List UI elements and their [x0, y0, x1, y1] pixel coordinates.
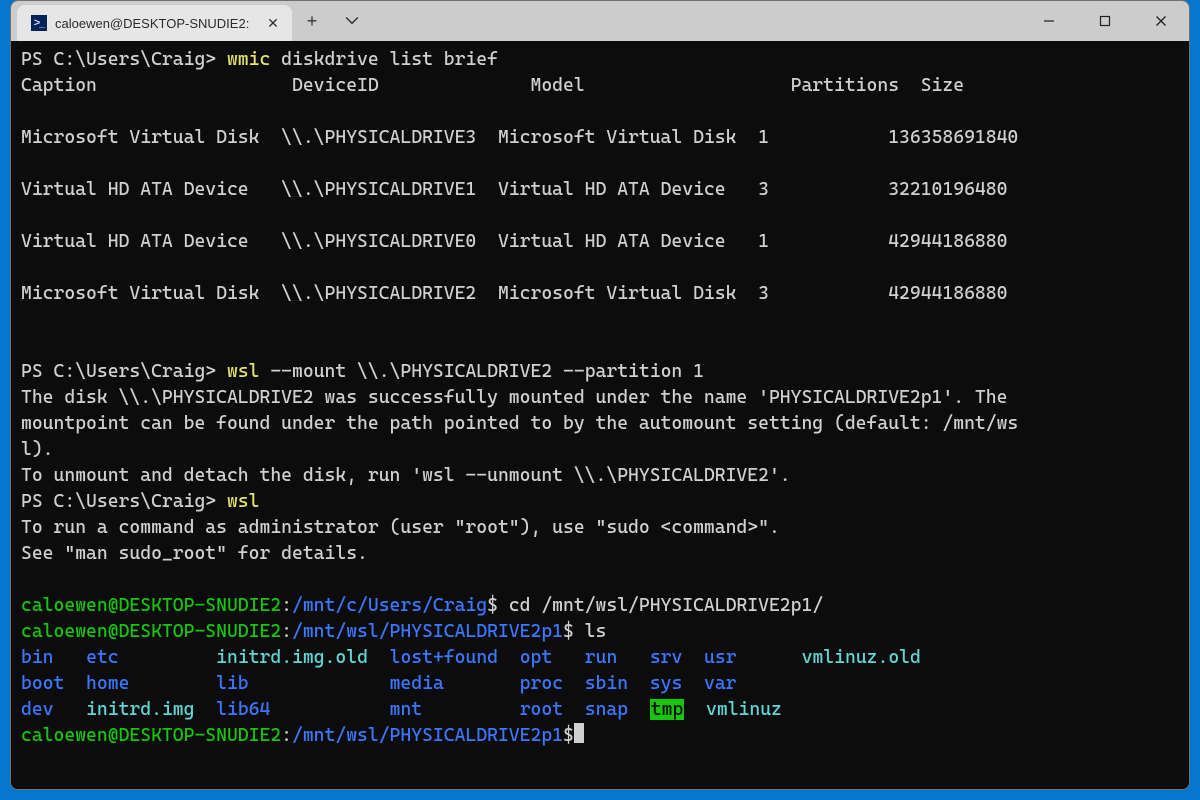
cmd-ls: ls — [574, 621, 607, 642]
close-tab-icon[interactable]: ✕ — [264, 14, 282, 32]
mount-message: l). — [21, 439, 54, 460]
ls-dir: var — [704, 673, 737, 694]
tab-active[interactable]: caloewen@DESKTOP-SNUDIE2: ✕ — [17, 5, 292, 41]
cmd-wsl-exe: wsl — [227, 491, 260, 512]
ls-dir: bin — [21, 647, 54, 668]
ls-dir: sbin — [585, 673, 628, 694]
wsl-user-host: caloewen@DESKTOP-SNUDIE2 — [21, 725, 281, 746]
ls-link: vmlinuz — [706, 699, 782, 720]
ls-dir: dev — [21, 699, 54, 720]
wsl-path: /mnt/c/Users/Craig — [292, 595, 487, 616]
wmic-header: Caption DeviceID Model Partitions Size — [21, 75, 964, 96]
ls-dir: lib64 — [216, 699, 270, 720]
ps-prompt: PS C:\Users\Craig> — [21, 361, 227, 382]
titlebar-drag-area[interactable] — [372, 1, 1021, 41]
mount-message: The disk \\.\PHYSICALDRIVE2 was successf… — [21, 387, 1007, 408]
wsl-path: /mnt/wsl/PHYSICALDRIVE2p1 — [292, 725, 563, 746]
maximize-button[interactable] — [1077, 1, 1133, 41]
sudo-hint: To run a command as administrator (user … — [21, 517, 780, 538]
cmd-wsl-exe: wsl — [227, 361, 270, 382]
ls-dir: root — [520, 699, 563, 720]
powershell-icon — [31, 15, 47, 31]
ps-prompt: PS C:\Users\Craig> — [21, 49, 227, 70]
ls-link: initrd.img.old — [216, 647, 368, 668]
ls-dir: etc — [86, 647, 119, 668]
minimize-icon — [1043, 15, 1055, 27]
wsl-user-host: caloewen@DESKTOP-SNUDIE2 — [21, 595, 281, 616]
minimize-button[interactable] — [1021, 1, 1077, 41]
ls-dir: media — [390, 673, 444, 694]
ls-link: initrd.img — [86, 699, 194, 720]
titlebar: caloewen@DESKTOP-SNUDIE2: ✕ + — [11, 1, 1189, 41]
terminal-window: caloewen@DESKTOP-SNUDIE2: ✕ + PS C:\User… — [10, 0, 1190, 790]
ls-dir: opt — [520, 647, 553, 668]
cmd-wmic-exe: wmic — [227, 49, 281, 70]
cmd-wsl-flag: --partition — [563, 361, 693, 382]
sudo-hint: See "man sudo_root" for details. — [21, 543, 368, 564]
wmic-row: Virtual HD ATA Device \\.\PHYSICALDRIVE0… — [21, 231, 1007, 252]
cmd-cd: cd /mnt/wsl/PHYSICALDRIVE2p1/ — [498, 595, 823, 616]
wmic-row: Virtual HD ATA Device \\.\PHYSICALDRIVE1… — [21, 179, 1007, 200]
terminal-output[interactable]: PS C:\Users\Craig> wmic diskdrive list b… — [11, 41, 1189, 789]
wmic-row: Microsoft Virtual Disk \\.\PHYSICALDRIVE… — [21, 283, 1007, 304]
ls-dir: lib — [216, 673, 249, 694]
wsl-colon: : — [281, 595, 292, 616]
ls-dir: home — [86, 673, 129, 694]
terminal-cursor — [574, 723, 584, 743]
cmd-wmic-args: diskdrive list brief — [281, 49, 498, 70]
ls-dir: mnt — [390, 699, 423, 720]
mount-message: To unmount and detach the disk, run 'wsl… — [21, 465, 791, 486]
chevron-down-icon — [345, 14, 359, 28]
ls-dir: proc — [520, 673, 563, 694]
ls-dir: srv — [650, 647, 683, 668]
wsl-colon: : — [281, 725, 292, 746]
window-controls — [1021, 1, 1189, 41]
ls-dir: lost+found — [390, 647, 498, 668]
wsl-colon: : — [281, 621, 292, 642]
mount-message: mountpoint can be found under the path p… — [21, 413, 1018, 434]
wsl-user-host: caloewen@DESKTOP-SNUDIE2 — [21, 621, 281, 642]
close-window-button[interactable] — [1133, 1, 1189, 41]
wsl-dollar: $ — [487, 595, 498, 616]
wsl-dollar: $ — [563, 621, 574, 642]
maximize-icon — [1099, 15, 1111, 27]
ls-dir: run — [585, 647, 618, 668]
ps-prompt: PS C:\Users\Craig> — [21, 491, 227, 512]
ls-dir: sys — [650, 673, 683, 694]
cmd-wsl-device: \\.\PHYSICALDRIVE2 — [357, 361, 563, 382]
new-tab-button[interactable]: + — [292, 1, 332, 41]
ls-dir: boot — [21, 673, 64, 694]
wsl-dollar: $ — [563, 725, 574, 746]
cmd-wsl-flag: --mount — [270, 361, 357, 382]
ls-dir: usr — [704, 647, 737, 668]
ls-link: vmlinuz.old — [802, 647, 921, 668]
close-icon — [1155, 15, 1167, 27]
ls-dir: snap — [585, 699, 628, 720]
cmd-wsl-partnum: 1 — [693, 361, 704, 382]
wsl-path: /mnt/wsl/PHYSICALDRIVE2p1 — [292, 621, 563, 642]
ls-sticky-dir: tmp — [650, 699, 685, 720]
wmic-row: Microsoft Virtual Disk \\.\PHYSICALDRIVE… — [21, 127, 1018, 148]
tab-title: caloewen@DESKTOP-SNUDIE2: — [55, 16, 256, 31]
tab-dropdown-button[interactable] — [332, 1, 372, 41]
